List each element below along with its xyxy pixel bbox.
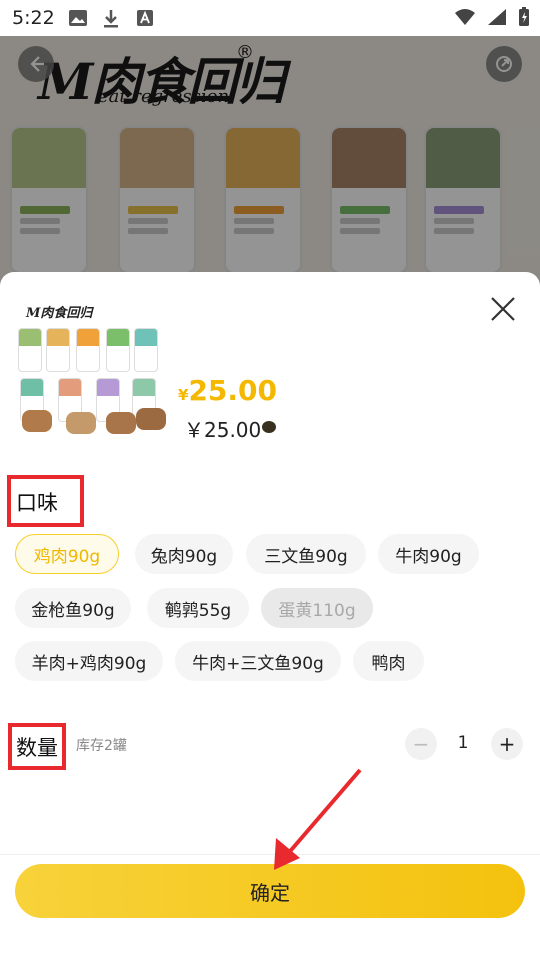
divider [0, 854, 540, 855]
image-notification-icon [68, 9, 88, 31]
font-notification-icon [136, 9, 154, 31]
quantity-increase-button[interactable]: + [491, 728, 523, 760]
flavor-option[interactable]: 鸡肉90g [15, 534, 119, 574]
status-time: 5:22 [12, 7, 55, 29]
flavor-option[interactable]: 羊肉+鸡肉90g [15, 641, 163, 681]
flavor-title-highlight [7, 475, 84, 527]
price-secondary: ￥25.00 [184, 418, 262, 442]
flavor-option[interactable]: 兔肉90g [135, 534, 233, 574]
flavor-option[interactable]: 金枪鱼90g [15, 588, 131, 628]
download-icon [102, 9, 120, 33]
flavor-option[interactable]: 牛肉90g [378, 534, 479, 574]
close-button[interactable] [488, 294, 518, 324]
flavor-option[interactable]: 鸭肉 [353, 641, 424, 681]
battery-charging-icon [518, 7, 530, 31]
stock-label: 库存2罐 [76, 738, 127, 754]
thumbnail-logo: M肉食回归 [26, 306, 93, 321]
flavor-option: 蛋黄110g [261, 588, 373, 628]
flavor-option[interactable]: 鹌鹑55g [147, 588, 249, 628]
coin-icon [262, 421, 276, 433]
status-right [454, 7, 530, 31]
close-icon [491, 297, 515, 321]
price-main: ¥25.00 [178, 374, 277, 407]
wifi-icon [454, 8, 476, 30]
price-value: 25.00 [188, 374, 278, 407]
confirm-button[interactable]: 确定 [15, 864, 525, 918]
status-bar: 5:22 [0, 0, 540, 36]
quantity-value[interactable]: 1 [448, 733, 478, 753]
sku-selection-sheet: M肉食回归 ¥25.00 ￥25.00 口味 鸡肉90g 兔肉90g 三文鱼90g 牛… [0, 272, 540, 960]
quantity-decrease-button[interactable]: − [405, 728, 437, 760]
price-currency: ¥ [178, 386, 189, 404]
product-thumbnail: M肉食回归 [14, 298, 166, 460]
signal-icon [487, 8, 507, 30]
flavor-option[interactable]: 三文鱼90g [246, 534, 366, 574]
quantity-title-highlight [8, 723, 66, 770]
flavor-option[interactable]: 牛肉+三文鱼90g [175, 641, 341, 681]
